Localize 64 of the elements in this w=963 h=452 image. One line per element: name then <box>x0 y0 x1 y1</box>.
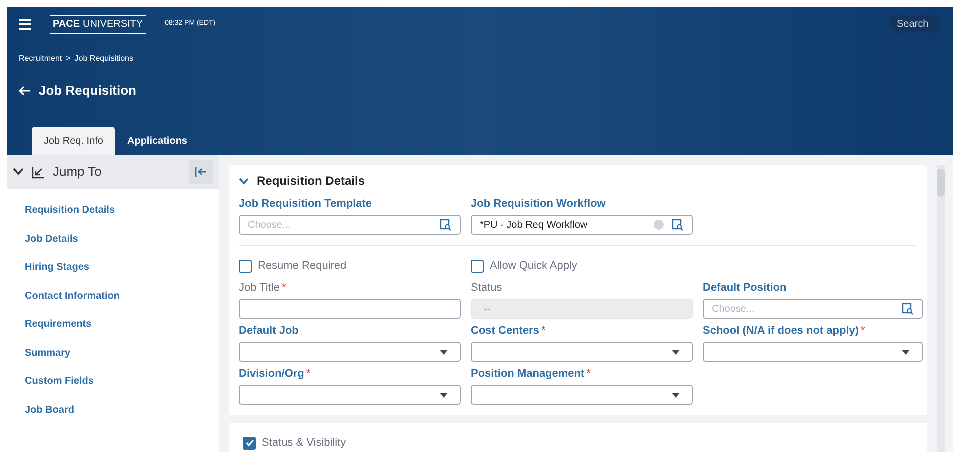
caret-icon <box>672 392 680 398</box>
dropdown-field[interactable] <box>703 342 923 362</box>
checkbox[interactable] <box>243 436 256 450</box>
field-label: Job Title <box>239 280 280 296</box>
scrollbar[interactable] <box>937 165 945 452</box>
field-label: Default Position <box>703 280 787 296</box>
section-title: Requisition Details <box>257 173 366 190</box>
required-mark: * <box>282 280 286 296</box>
sidebar-item[interactable]: Contact Information <box>25 288 120 304</box>
field-label: Status <box>471 280 502 296</box>
breadcrumb-link[interactable]: Job Requisitions <box>74 53 134 65</box>
sidebar-item[interactable]: Requisition Details <box>25 203 116 218</box>
university-logo: PACE UNIVERSITY <box>50 14 146 34</box>
sidebar-title: Jump To <box>53 163 102 182</box>
breadcrumb-link[interactable]: Recruitment <box>19 53 62 65</box>
lookup-icon[interactable] <box>440 219 452 231</box>
tab[interactable]: Job Req. Info <box>32 127 116 155</box>
collapse-button[interactable] <box>189 160 213 184</box>
field-label: Job Requisition Template <box>239 196 372 212</box>
required-mark: * <box>861 324 866 339</box>
checkbox[interactable] <box>239 260 252 272</box>
dropdown-field[interactable] <box>471 342 693 362</box>
back-arrow-icon[interactable] <box>19 86 31 96</box>
jump-icon <box>32 166 45 178</box>
checkbox-label: Resume Required <box>258 258 347 274</box>
tab[interactable]: Applications <box>115 127 200 155</box>
required-mark: * <box>586 366 591 382</box>
sidebar-item[interactable]: Requirements <box>25 317 92 332</box>
checkmark-icon <box>244 438 254 448</box>
caret-icon <box>440 350 448 354</box>
caret-icon <box>672 350 680 354</box>
menu-icon[interactable] <box>19 18 31 30</box>
caret-icon <box>440 392 448 398</box>
field-label: Default Job <box>239 324 299 339</box>
search-field[interactable]: Search <box>889 15 941 33</box>
breadcrumb-separator: > <box>66 53 71 65</box>
lookup-field[interactable]: *PU - Job Req Workflow <box>471 215 693 235</box>
dropdown-field[interactable] <box>239 385 461 405</box>
field-label: Cost Centers <box>471 324 540 339</box>
field-label: Division/Org <box>239 366 304 382</box>
sidebar-item[interactable]: Custom Fields <box>25 374 94 389</box>
dropdown-field[interactable] <box>471 385 693 405</box>
lookup-icon[interactable] <box>672 219 684 231</box>
chevron-icon[interactable] <box>239 178 249 184</box>
page-title: Job Requisition <box>39 82 136 100</box>
field-label: Position Management <box>471 366 585 382</box>
input-field[interactable] <box>239 299 461 319</box>
collapse-icon <box>195 167 207 177</box>
sidebar-item[interactable]: Job Details <box>25 232 78 246</box>
sidebar-item[interactable]: Summary <box>25 346 71 360</box>
lookup-icon[interactable] <box>902 303 914 315</box>
checkbox[interactable] <box>471 260 484 272</box>
checkbox-label: Status & Visibility <box>262 436 346 451</box>
field-label: Job Requisition Workflow <box>471 196 606 212</box>
dropdown-field[interactable] <box>239 342 461 362</box>
sidebar-item[interactable]: Job Board <box>25 402 74 418</box>
sidebar-item[interactable]: Hiring Stages <box>25 260 90 275</box>
checkbox-label: Allow Quick Apply <box>490 258 578 274</box>
readonly-field: -- <box>471 299 693 319</box>
chevron-icon[interactable] <box>13 168 24 176</box>
caret-icon <box>902 350 910 354</box>
required-mark: * <box>306 366 311 382</box>
field-label: School (N/A if does not apply) <box>703 324 860 339</box>
required-mark: * <box>541 324 546 339</box>
